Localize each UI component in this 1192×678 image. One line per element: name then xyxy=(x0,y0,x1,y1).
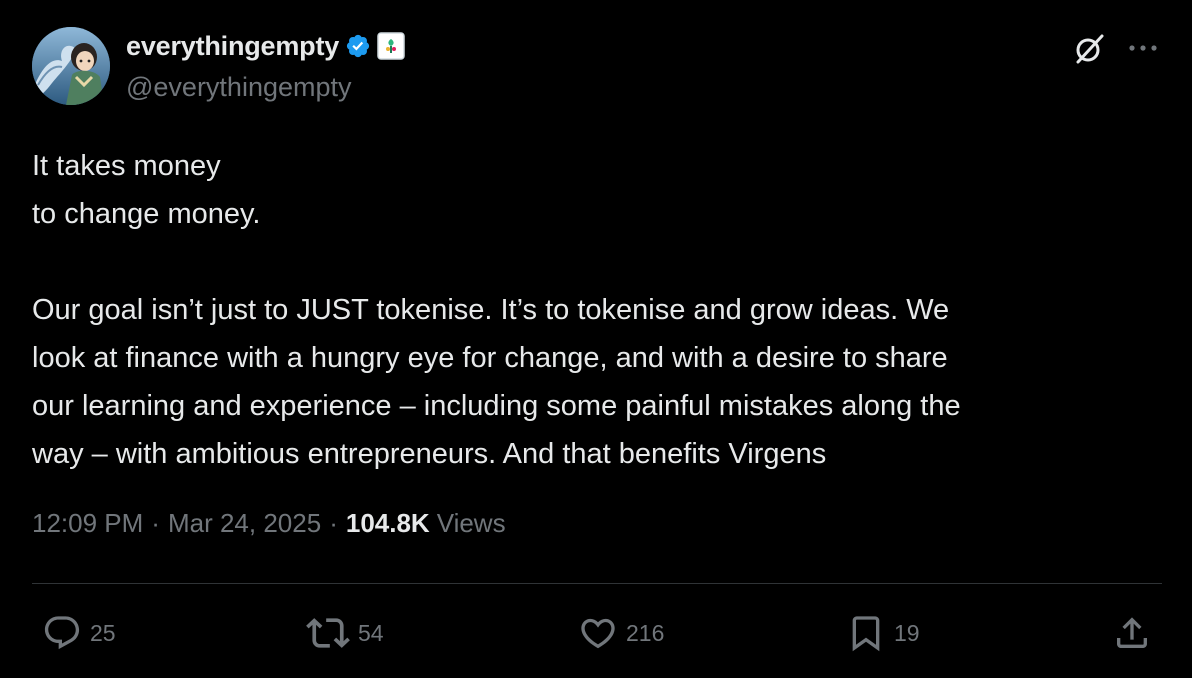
affiliate-badge-icon[interactable] xyxy=(377,32,405,60)
tweet-time[interactable]: 12:09 PM xyxy=(32,508,143,539)
tweet-line: to change money. xyxy=(32,198,261,230)
tweet-line: way – with ambitious entrepreneurs. And … xyxy=(32,438,827,470)
tweet-line: Our goal isn’t just to JUST tokenise. It… xyxy=(32,294,950,326)
bookmark-icon xyxy=(846,613,886,653)
grok-icon[interactable] xyxy=(1070,30,1108,68)
tweet-line: look at finance with a hungry eye for ch… xyxy=(32,342,948,374)
tweet-text: It takes money to change money. Our goal… xyxy=(32,142,1162,478)
meta-separator: · xyxy=(151,508,160,538)
more-icon[interactable] xyxy=(1126,34,1160,62)
views-count[interactable]: 104.8K xyxy=(346,508,430,539)
author-name-row: everythingempty xyxy=(126,28,405,64)
tweet-line: It takes money xyxy=(32,150,221,182)
like-button[interactable]: 216 xyxy=(578,612,664,654)
views-label[interactable]: Views xyxy=(437,508,506,539)
share-button[interactable] xyxy=(1112,612,1152,654)
reply-icon xyxy=(42,613,82,653)
share-icon xyxy=(1112,613,1152,653)
repost-icon xyxy=(306,611,350,655)
verified-badge-icon[interactable] xyxy=(345,33,371,59)
tweet-card: everythingempty @everythingempty It take… xyxy=(0,0,1192,678)
author-handle[interactable]: @everythingempty xyxy=(126,72,352,103)
bookmark-count: 19 xyxy=(894,619,920,646)
avatar[interactable] xyxy=(32,27,110,105)
divider xyxy=(32,583,1162,584)
like-count: 216 xyxy=(626,619,665,646)
tweet-line: our learning and experience – including … xyxy=(32,390,961,422)
meta-separator: · xyxy=(329,508,338,538)
tweet-date[interactable]: Mar 24, 2025 xyxy=(168,508,321,539)
repost-button[interactable]: 54 xyxy=(306,612,384,654)
tweet-meta: 12:09 PM · Mar 24, 2025 · 104.8K Views xyxy=(32,508,506,539)
like-icon xyxy=(578,613,618,653)
repost-count: 54 xyxy=(358,619,384,646)
bookmark-button[interactable]: 19 xyxy=(846,612,920,654)
avatar-image xyxy=(32,27,110,105)
reply-button[interactable]: 25 xyxy=(42,612,116,654)
reply-count: 25 xyxy=(90,619,116,646)
author-display-name[interactable]: everythingempty xyxy=(126,31,339,62)
